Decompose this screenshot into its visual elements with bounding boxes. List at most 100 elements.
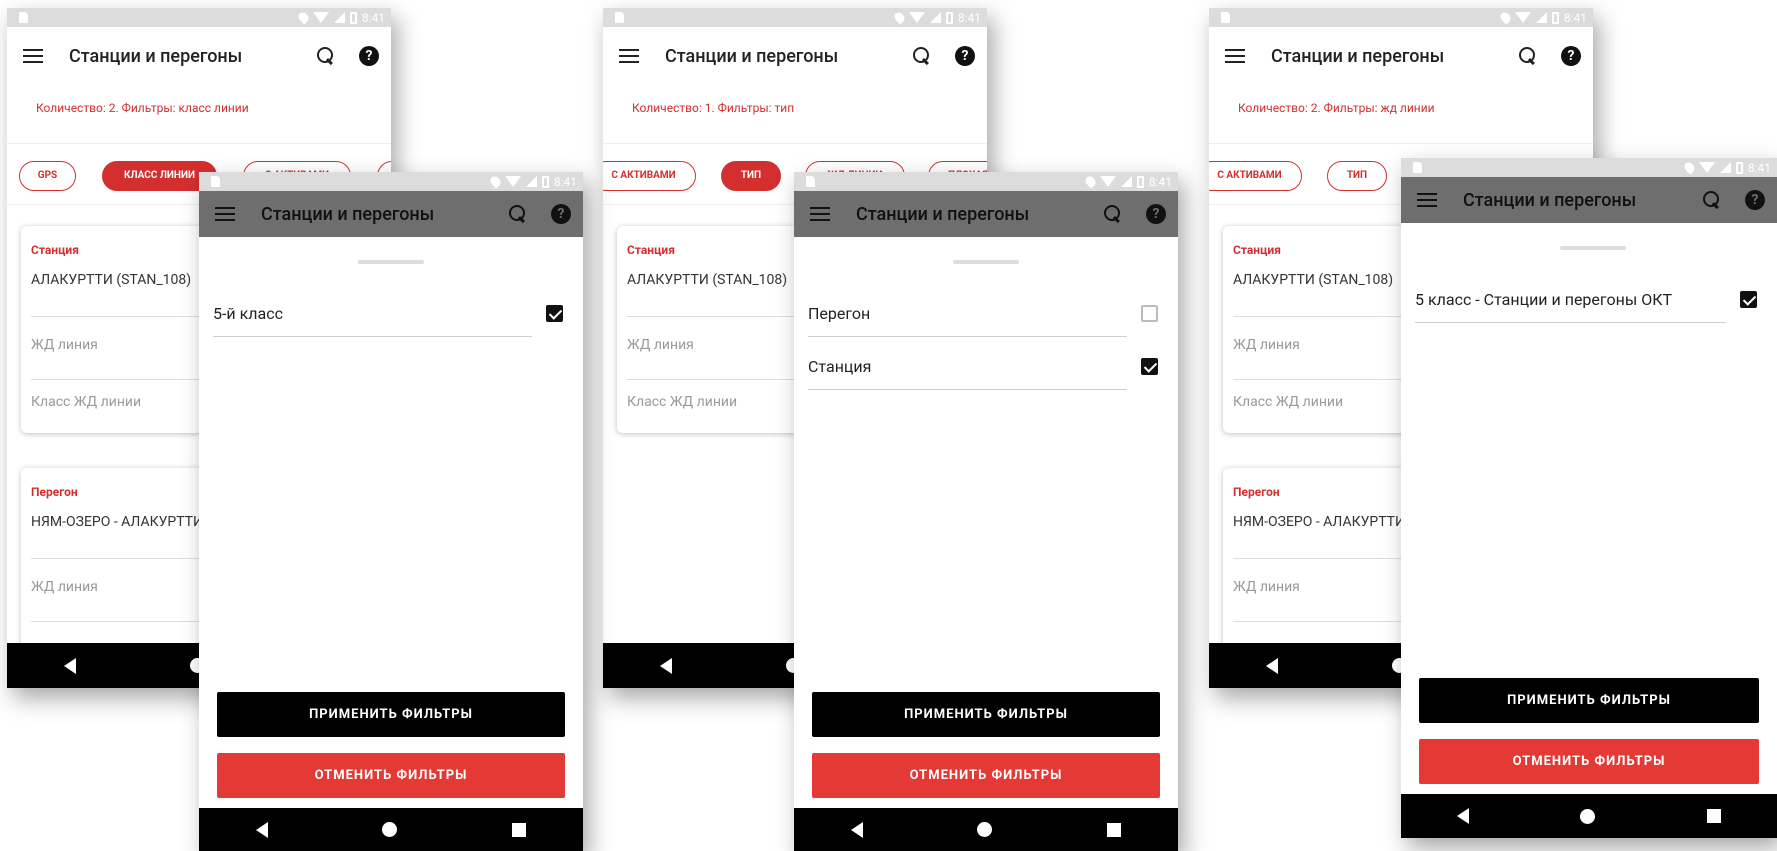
apply-filters-button[interactable]: ПРИМЕНИТЬ ФИЛЬТРЫ xyxy=(812,692,1160,737)
sheet-handle[interactable] xyxy=(953,260,1019,264)
filter-option[interactable]: 5-й класс xyxy=(213,290,567,337)
menu-icon[interactable] xyxy=(1417,193,1437,207)
checkbox-icon[interactable] xyxy=(1740,291,1757,308)
back-icon[interactable] xyxy=(851,821,864,838)
card-kind: Станция xyxy=(31,243,79,257)
search-icon[interactable] xyxy=(913,47,931,65)
filter-screen-3: 8:41 Станции и перегоны ? 5 класс - Стан… xyxy=(1401,158,1777,838)
page-title: Станции и перегоны xyxy=(856,203,1030,225)
page-title: Станции и перегоны xyxy=(261,203,435,225)
chip-with-assets[interactable]: С АКТИВАМИ xyxy=(1209,161,1302,191)
filter-option[interactable]: 5 класс - Станции и перегоны ОКТ xyxy=(1415,276,1761,323)
page-title: Станции и перегоны xyxy=(69,45,243,67)
location-icon xyxy=(488,174,503,189)
recent-apps-icon[interactable] xyxy=(1106,822,1121,837)
signal-icon xyxy=(929,12,941,23)
signal-icon xyxy=(333,12,345,23)
menu-icon[interactable] xyxy=(1225,49,1245,63)
page-title: Станции и перегоны xyxy=(665,45,839,67)
location-icon xyxy=(296,10,311,25)
nav-bar xyxy=(1401,794,1777,838)
back-icon[interactable] xyxy=(256,821,269,838)
search-icon[interactable] xyxy=(1104,205,1122,223)
cancel-filters-button[interactable]: ОТМЕНИТЬ ФИЛЬТРЫ xyxy=(1419,739,1759,784)
help-icon[interactable]: ? xyxy=(1561,46,1581,66)
home-icon[interactable] xyxy=(382,822,398,837)
apply-filters-button[interactable]: ПРИМЕНИТЬ ФИЛЬТРЫ xyxy=(217,692,565,737)
app-toolbar: Станции и перегоны ? xyxy=(199,191,583,237)
page-title: Станции и перегоны xyxy=(1463,189,1637,211)
status-time: 8:41 xyxy=(1563,10,1587,25)
help-icon[interactable]: ? xyxy=(955,46,975,66)
menu-icon[interactable] xyxy=(23,49,43,63)
rail-line-field: ЖД линия xyxy=(1233,579,1300,595)
back-icon[interactable] xyxy=(660,657,673,674)
card-name: АЛАКУРТТИ (STAN_108) xyxy=(627,272,788,288)
page-title: Станции и перегоны xyxy=(1271,45,1445,67)
app-toolbar: Станции и перегоны ? xyxy=(794,191,1178,237)
cancel-filters-button[interactable]: ОТМЕНИТЬ ФИЛЬТРЫ xyxy=(217,753,565,798)
back-icon[interactable] xyxy=(1266,657,1279,674)
back-icon[interactable] xyxy=(1456,808,1469,824)
location-icon xyxy=(892,10,907,25)
cancel-filters-button[interactable]: ОТМЕНИТЬ ФИЛЬТРЫ xyxy=(812,753,1160,798)
help-icon[interactable]: ? xyxy=(359,46,379,66)
rail-line-field: ЖД линия xyxy=(31,337,98,353)
home-icon[interactable] xyxy=(977,822,993,837)
filter-option[interactable]: Перегон xyxy=(808,290,1162,337)
battery-icon xyxy=(349,11,357,24)
home-icon[interactable] xyxy=(1580,808,1596,824)
battery-icon xyxy=(1735,161,1743,174)
sheet-handle[interactable] xyxy=(358,260,424,264)
location-icon xyxy=(1083,174,1098,189)
chip-gps[interactable]: GPS xyxy=(19,161,76,191)
recent-apps-icon[interactable] xyxy=(1707,809,1722,823)
chip-with-assets[interactable]: С АКТИВАМИ xyxy=(603,161,696,191)
card-kind: Перегон xyxy=(31,485,78,499)
sheet-handle[interactable] xyxy=(1560,246,1626,250)
filter-summary: Количество: 2. Фильтры: жд линии xyxy=(1238,101,1435,115)
nav-bar xyxy=(199,808,583,851)
status-time: 8:41 xyxy=(957,10,981,25)
search-icon[interactable] xyxy=(317,47,335,65)
menu-icon[interactable] xyxy=(619,49,639,63)
back-icon[interactable] xyxy=(64,657,77,674)
app-toolbar: Станции и перегоны ? xyxy=(1401,177,1777,223)
filter-summary: Количество: 1. Фильтры: тип xyxy=(632,101,795,115)
wifi-icon xyxy=(908,12,925,23)
line-class-field: Класс ЖД линии xyxy=(31,394,142,410)
search-icon[interactable] xyxy=(509,205,527,223)
chip-type[interactable]: ТИП xyxy=(1327,161,1387,191)
signal-icon xyxy=(1719,162,1731,173)
status-time: 8:41 xyxy=(361,10,385,25)
card-name: АЛАКУРТТИ (STAN_108) xyxy=(31,272,192,288)
wifi-icon xyxy=(312,12,329,23)
nav-bar xyxy=(794,808,1178,851)
menu-icon[interactable] xyxy=(215,207,235,221)
chip-type[interactable]: ТИП xyxy=(721,161,781,191)
card-name: АЛАКУРТТИ (STAN_108) xyxy=(1233,272,1394,288)
status-time: 8:41 xyxy=(1148,174,1172,189)
option-label: 5-й класс xyxy=(213,304,283,323)
filter-option[interactable]: Станция xyxy=(808,343,1162,390)
line-class-field: Класс ЖД линии xyxy=(1233,394,1344,410)
checkbox-icon[interactable] xyxy=(1141,358,1158,375)
menu-icon[interactable] xyxy=(810,207,830,221)
rail-line-field: ЖД линия xyxy=(31,579,98,595)
signal-icon xyxy=(1535,12,1547,23)
apply-filters-button[interactable]: ПРИМЕНИТЬ ФИЛЬТРЫ xyxy=(1419,678,1759,723)
help-icon[interactable]: ? xyxy=(551,204,571,224)
checkbox-icon[interactable] xyxy=(546,305,563,322)
status-bar: 8:41 xyxy=(603,8,987,27)
battery-icon xyxy=(1551,11,1559,24)
recent-apps-icon[interactable] xyxy=(511,822,526,837)
status-bar: 8:41 xyxy=(7,8,391,27)
help-icon[interactable]: ? xyxy=(1146,204,1166,224)
wifi-icon xyxy=(1099,176,1116,187)
battery-icon xyxy=(541,175,549,188)
search-icon[interactable] xyxy=(1703,191,1721,209)
checkbox-icon[interactable] xyxy=(1141,305,1158,322)
rail-line-field: ЖД линия xyxy=(1233,337,1300,353)
help-icon[interactable]: ? xyxy=(1745,190,1765,210)
search-icon[interactable] xyxy=(1519,47,1537,65)
